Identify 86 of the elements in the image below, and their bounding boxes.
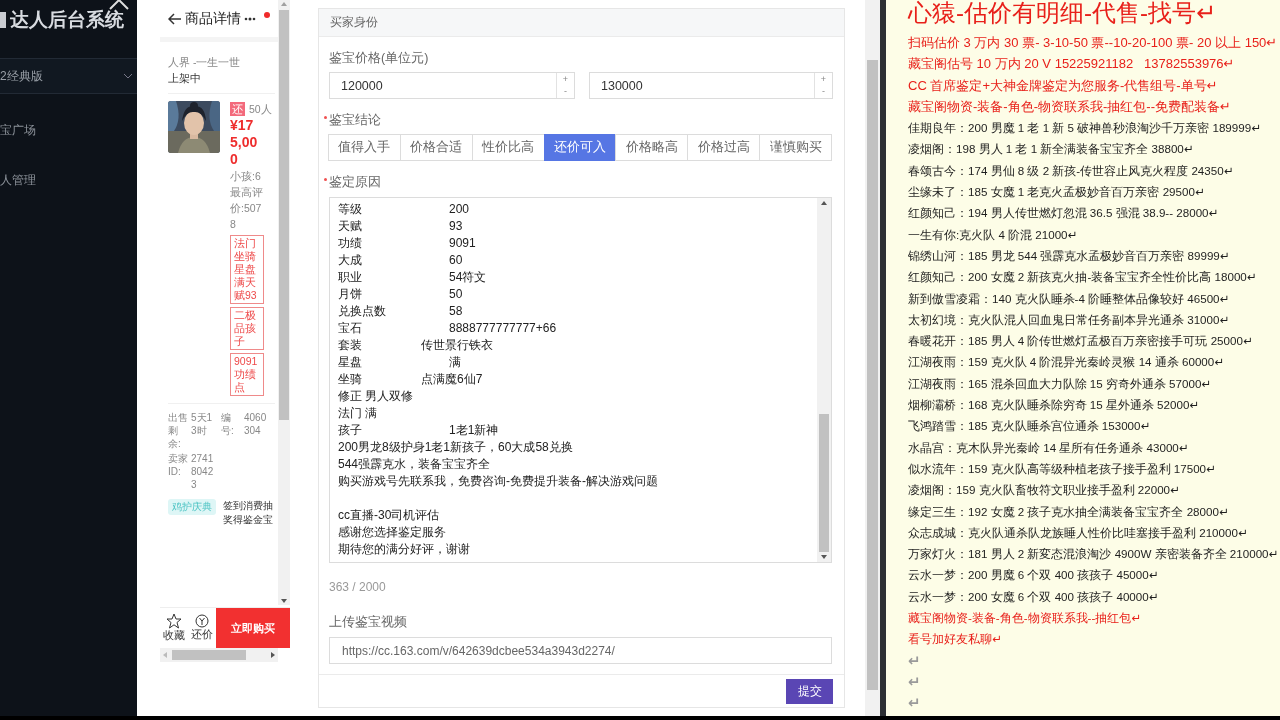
note-line: 水晶宫：克木队异光秦岭 14 星所有任务通杀 43000↵ — [908, 439, 1189, 456]
note-line: 藏宝阁物资-装备-角色-物资联系我--抽红包↵ — [908, 610, 1142, 626]
video-url-field[interactable]: https://cc.163.com/v/642639dcbee534a3943d2274/ — [329, 637, 832, 664]
info-value: 274180423 — [191, 452, 215, 491]
scroll-down-icon[interactable] — [280, 597, 288, 605]
coin-icon — [195, 614, 209, 628]
info-value: 5天13时 — [191, 411, 214, 438]
note-line: 众志成城：克火队通杀队龙族睡人性价比哇塞接手盈利 210000↵ — [908, 524, 1248, 541]
price: ¥175,000 — [230, 117, 259, 168]
submit-button[interactable]: 提交 — [786, 678, 833, 704]
chevron-up-icon[interactable] — [108, 0, 130, 10]
note-line: 云水一梦：200 女魔 6 个双 400 孩孩子 40000↵ — [908, 588, 1159, 605]
feature-tag: 二极品孩子 — [230, 307, 264, 350]
note-line: 云水一梦：200 男魔 6 个双 400 孩孩子 45000↵ — [908, 567, 1159, 584]
note-line: 看号加好友私聊↵ — [908, 631, 1002, 648]
note-line: 春颂古今：174 男仙 8 级 2 新孩-传世容止风克火程度 24350↵ — [908, 162, 1234, 179]
note-line: 锦绣山河：185 男龙 544 强霹克水孟极妙音百万亲密 89999↵ — [908, 247, 1230, 264]
rating: 最高评价:5078 — [230, 185, 264, 232]
sidebar-item[interactable]: 人管理 — [0, 166, 137, 194]
verdict-option[interactable]: 还价可入 — [543, 134, 617, 161]
server-name: 人界 -一生一世 — [168, 55, 242, 70]
note-line: 太初幻境：克火队混人回血鬼日常任务副本异光通杀 31000↵ — [908, 311, 1230, 328]
field-label: 鉴定原因 — [329, 173, 381, 191]
note-line: 红颜知己：200 女魔 2 新孩克火抽-装备宝宝齐全性价比高 18000↵ — [908, 269, 1257, 286]
paragraph-mark: ↵ — [908, 693, 921, 714]
note-line: 佳期良年：200 男魔 1 老 1 新 5 破神兽秒浪淘沙千万亲密 189999↵ — [908, 120, 1261, 137]
note-line: 烟柳灞桥：168 克火队睡杀除穷奇 15 星外通杀 52000↵ — [908, 397, 1200, 414]
logo-icon — [0, 12, 6, 28]
note-line: 缘定三生：192 女魔 2 孩子克水抽全满装备宝宝齐全 28000↵ — [908, 503, 1229, 520]
buy-button[interactable]: 立即购买 — [216, 608, 290, 648]
listing-status: 上架中 — [168, 71, 202, 86]
verdict-option[interactable]: 谨慎购买 — [759, 134, 832, 161]
note-line: 江湖夜雨：159 克火队 4 阶混异光秦岭灵猴 14 通杀 60000↵ — [908, 354, 1224, 371]
event-tag: 鸡护庆典 — [168, 499, 216, 515]
note-line: 飞鸿踏雪：185 克火队睡杀宫位通杀 153000↵ — [908, 418, 1151, 435]
version-select[interactable]: 2经典版 — [0, 58, 137, 94]
field-label: 鉴宝价格(单位元) — [329, 49, 429, 67]
note-line: 万家灯火：181 男人 2 新変态混浪淘沙 4900W 亲密装备齐全 210000↵ — [908, 546, 1279, 563]
bargain-badge: 还 — [230, 102, 245, 116]
verdict-option[interactable]: 值得入手 — [328, 134, 401, 161]
sidebar-item[interactable]: 宝广场 — [0, 116, 137, 144]
note-line: 扫码估价 3 万内 30 票- 3-10-50 票--10-20-100 票- 20 以上 150↵ — [908, 34, 1278, 52]
note-line: 江湖夜雨：165 混杀回血大力队除 15 穷奇外通杀 57000↵ — [908, 375, 1212, 392]
page-title: 商品详情 — [185, 9, 241, 28]
back-arrow-icon[interactable] — [168, 12, 182, 25]
note-line: 一生有你:克火队 4 阶混 21000↵ — [908, 226, 1078, 243]
kids-count: 小孩:6 — [230, 169, 262, 184]
chevron-down-icon — [123, 73, 133, 79]
note-line: 春暖花开：185 男人 4 阶传世燃灯孟极百万亲密接手可玩 25000↵ — [908, 333, 1253, 350]
note-line: CC 首席鉴定+大神金牌鉴定为您服务-代售组号-单号↵ — [908, 76, 1218, 95]
verdict-option[interactable]: 价格略高 — [615, 134, 689, 161]
note-heading: 心猿-估价有明细-代售-找号↵ — [908, 0, 1217, 26]
watcher-count: 50人 — [249, 102, 272, 117]
section-header: 买家身份 — [319, 9, 844, 37]
notification-dot-icon — [264, 12, 270, 18]
star-icon — [166, 613, 182, 629]
paragraph-mark: ↵ — [908, 671, 921, 692]
number-field[interactable]: 130000 + - — [589, 72, 833, 99]
promo-text: 签到消费抽奖得鉴金宝 — [223, 499, 274, 527]
more-icon[interactable] — [244, 16, 256, 21]
field-label: 鉴宝结论 — [329, 111, 381, 129]
note-line: 藏宝阁估号 10 万内 20 V 15225921182 13782553976↵ — [908, 55, 1235, 74]
verdict-option[interactable]: 价格合适 — [399, 134, 473, 161]
scrollbar[interactable] — [160, 648, 278, 662]
info-label: 编号: — [221, 411, 235, 438]
note-line: 凌烟阁：198 男人 1 老 1 新全满装备宝宝齐全 38800↵ — [908, 141, 1194, 158]
feature-tag: 法门坐骑星盘满天赋93 — [230, 235, 264, 304]
verdict-option[interactable]: 价格过高 — [687, 134, 761, 161]
note-line: 新到傲雪凌霜：140 克火队睡杀-4 阶睡整体品像较好 46500↵ — [908, 290, 1230, 307]
info-value: 4060304 — [244, 411, 268, 438]
info-label: 出售剩余: — [168, 411, 189, 450]
note-line: 藏宝阁物资-装备-角色-物资联系我-抽红包--免费配装备↵ — [908, 97, 1231, 116]
feature-tag: 9091功绩点 — [230, 353, 264, 396]
note-line: 尘缘未了：185 女魔 1 老克火孟极妙音百万亲密 29500↵ — [908, 184, 1205, 201]
app-title: 达人后台系统 — [10, 8, 124, 32]
info-label: 卖家ID: — [168, 452, 189, 479]
paragraph-mark: ↵ — [908, 650, 921, 671]
scrollbar[interactable] — [278, 0, 290, 605]
verdict-option[interactable]: 性价比高 — [471, 134, 545, 161]
char-counter: 363 / 2000 — [329, 580, 387, 594]
field-label: 上传鉴宝视频 — [329, 613, 407, 631]
note-line: 凌烟阁：159 克火队畜牧符文职业接手盈利 22000↵ — [908, 482, 1180, 499]
scrollbar[interactable] — [865, 0, 880, 716]
note-line: 似水流年：159 克火队高等级种植老孩子接手盈利 17500↵ — [908, 460, 1216, 477]
number-field[interactable]: 120000 + - — [329, 72, 575, 99]
note-line: 红颜知己：194 男人传世燃灯忽混 36.5 强混 38.9-- 28000↵ — [908, 205, 1219, 222]
